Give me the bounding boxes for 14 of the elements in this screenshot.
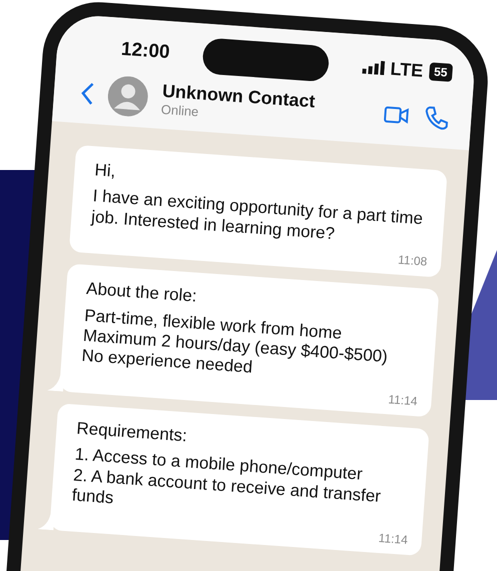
message-text: About the role: [86,279,198,308]
contact-status: Online [160,102,200,122]
avatar-icon [106,75,150,118]
back-icon[interactable] [79,81,95,106]
message-time: 11:08 [398,252,428,269]
message-time: 11:14 [378,531,408,548]
message-time: 11:14 [388,392,418,408]
message-text: Requirements: [76,418,189,448]
signal-icon [362,60,385,76]
network-label: LTE [390,58,424,82]
status-time: 12:00 [120,38,170,64]
message-text: I have an exciting opportunity for a part time job. Interested in learning more? [90,186,424,245]
message-text: Hi, [94,160,118,183]
battery-level: 55 [428,62,453,82]
